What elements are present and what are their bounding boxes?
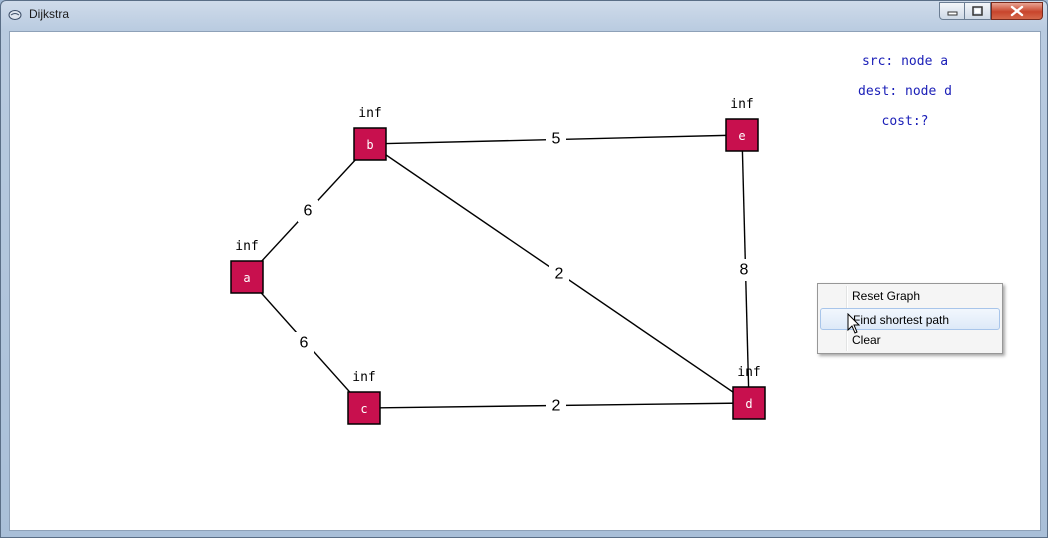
window-title: Dijkstra xyxy=(29,7,70,21)
edge-weight-a-c: 6 xyxy=(300,335,309,352)
close-icon xyxy=(1010,5,1024,17)
app-icon xyxy=(8,10,22,20)
menu-item-reset-graph[interactable]: Reset Graph xyxy=(820,285,1000,307)
node-distance: inf xyxy=(737,365,760,380)
node-b[interactable]: b inf xyxy=(353,106,387,161)
maximize-button[interactable] xyxy=(965,2,991,20)
node-a[interactable]: a inf xyxy=(230,239,264,294)
graph-svg[interactable]: 6 6 5 2 2 8 a inf b inf c inf d inf e inf xyxy=(10,32,1041,531)
info-src: src: node a xyxy=(861,54,949,69)
edge-weight-c-d: 2 xyxy=(552,398,561,415)
node-distance: inf xyxy=(358,106,381,121)
menu-item-label: Reset Graph xyxy=(852,289,921,303)
close-button[interactable] xyxy=(991,2,1043,20)
info-cost: cost:? xyxy=(881,114,929,129)
maximize-icon xyxy=(972,6,983,16)
node-label: c xyxy=(360,402,367,416)
minimize-button[interactable] xyxy=(939,2,965,20)
node-distance: inf xyxy=(352,370,375,385)
window-bottom-border xyxy=(1,532,1047,538)
app-window: Dijkstra 6 6 5 2 2 8 a inf b inf c inf d inf e inf src:… xyxy=(0,0,1048,538)
menu-item-label: Find shortest path xyxy=(853,313,950,327)
edge-weight-a-b: 6 xyxy=(304,203,313,220)
edge-weight-e-d: 8 xyxy=(740,262,749,279)
node-label: b xyxy=(366,138,373,152)
info-dest: dest: node d xyxy=(858,84,952,99)
edge-weight-b-e: 5 xyxy=(552,131,561,148)
node-distance: inf xyxy=(235,239,258,254)
menu-item-label: Clear xyxy=(852,333,881,347)
node-e[interactable]: e inf xyxy=(725,97,759,152)
mouse-cursor-icon xyxy=(847,313,861,334)
node-d[interactable]: d inf xyxy=(732,365,766,420)
graph-canvas[interactable]: 6 6 5 2 2 8 a inf b inf c inf d inf e inf src: node a d… xyxy=(9,31,1041,531)
edge-weight-b-d: 2 xyxy=(555,266,564,283)
node-distance: inf xyxy=(730,97,753,112)
node-label: d xyxy=(745,397,752,411)
node-label: e xyxy=(738,129,745,143)
node-label: a xyxy=(243,271,250,285)
minimize-icon xyxy=(947,11,958,16)
context-menu: Reset Graph Find shortest path Clear xyxy=(817,283,1003,354)
title-bar[interactable]: Dijkstra xyxy=(1,1,1047,29)
node-c[interactable]: c inf xyxy=(347,370,381,425)
